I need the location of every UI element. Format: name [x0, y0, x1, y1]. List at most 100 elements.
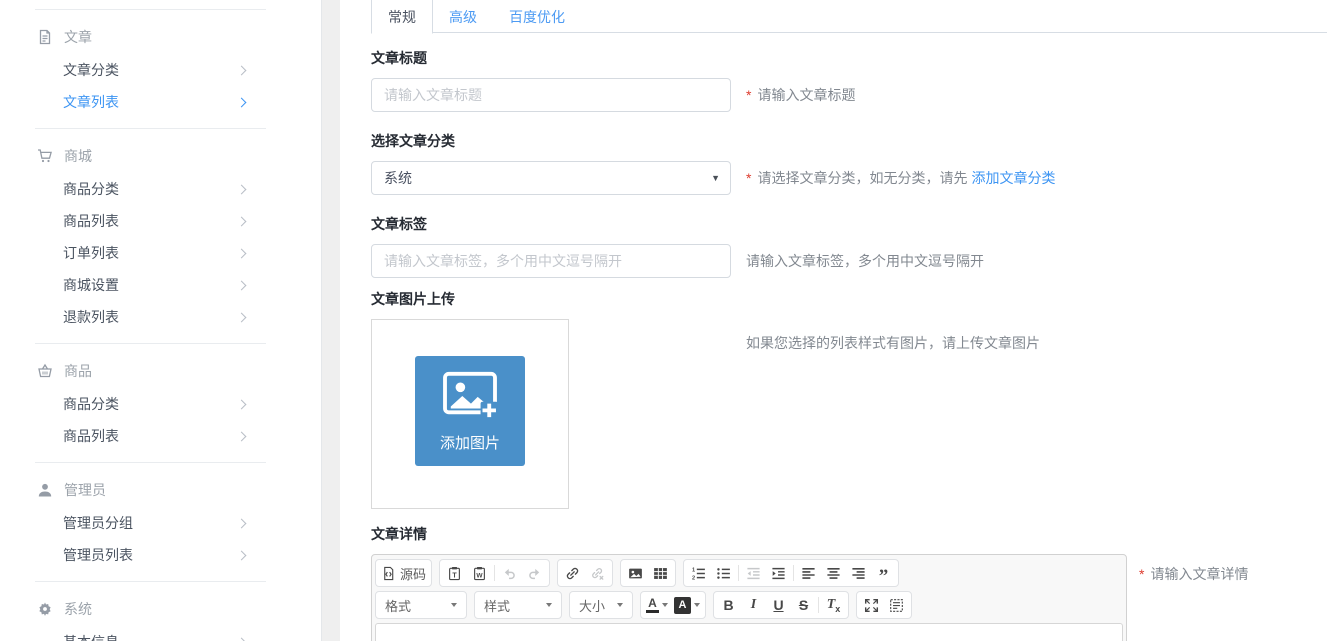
sidebar-item[interactable]: 商品分类 — [0, 173, 321, 205]
required-asterisk: * — [1139, 564, 1144, 584]
link-button[interactable] — [560, 561, 585, 585]
caret-down-icon — [451, 603, 457, 607]
article-title-input[interactable] — [371, 78, 731, 112]
field-note-category: * 请选择文章分类，如无分类，请先 添加文章分类 — [746, 168, 1055, 195]
sidebar-item[interactable]: 基本信息 — [0, 626, 321, 641]
tab-advanced[interactable]: 高级 — [433, 0, 493, 33]
article-tags-input[interactable] — [371, 244, 731, 278]
editor-content-area[interactable] — [375, 623, 1123, 641]
svg-text:2: 2 — [692, 575, 695, 580]
maximize-button[interactable] — [859, 593, 884, 617]
sidebar-section: 商品商品分类商品列表 — [0, 360, 321, 462]
article-image-upload-box[interactable]: 添加图片 — [371, 319, 569, 509]
tab-general[interactable]: 常规 — [371, 0, 433, 34]
sidebar-item[interactable]: 订单列表 — [0, 237, 321, 269]
add-category-link[interactable]: 添加文章分类 — [971, 168, 1055, 188]
insert-image-button[interactable] — [623, 561, 648, 585]
style-select[interactable]: 样式 — [477, 593, 559, 617]
remove-format-icon: Tx — [827, 597, 841, 614]
sidebar-section-header[interactable]: 系统 — [0, 598, 321, 620]
caret-down-icon — [546, 603, 552, 607]
indent-button[interactable] — [766, 561, 791, 585]
editor-toolbar-group: AA — [640, 591, 706, 619]
editor-toolbar-group: 12 ” — [683, 559, 899, 587]
field-note-image: 如果您选择的列表样式有图片，请上传文章图片 — [746, 333, 1040, 509]
sidebar-item[interactable]: 管理员列表 — [0, 539, 321, 571]
align-center-button[interactable] — [821, 561, 846, 585]
sidebar-item[interactable]: 商城设置 — [0, 269, 321, 301]
paste-as-text-button[interactable]: T — [442, 561, 467, 585]
sidebar-section: 管理员管理员分组管理员列表 — [0, 479, 321, 581]
source-icon — [381, 566, 396, 581]
article-form: 文章标题 * 请输入文章标题 选择文章分类 系统 ▼ — [371, 33, 1327, 641]
chevron-right-icon — [237, 184, 247, 194]
field-label-article-title: 文章标题 — [371, 51, 731, 66]
paste-from-word-button[interactable]: W — [467, 561, 492, 585]
editor-toolbar-group — [856, 591, 912, 619]
align-left-button[interactable] — [796, 561, 821, 585]
chevron-right-icon — [237, 248, 247, 258]
format-select[interactable]: 格式 — [378, 593, 464, 617]
unordered-list-button[interactable] — [711, 561, 736, 585]
content-gutter — [322, 0, 340, 641]
form-row-image: 文章图片上传 — [371, 292, 1327, 509]
source-button[interactable]: 源码 — [378, 561, 429, 585]
sidebar-section-header[interactable]: 文章 — [0, 26, 321, 48]
editor-toolbar-group — [620, 559, 676, 587]
show-blocks-icon — [889, 598, 904, 613]
sidebar-item[interactable]: 商品分类 — [0, 388, 321, 420]
editor-toolbar-group: TW — [439, 559, 550, 587]
sidebar-item[interactable]: 文章分类 — [0, 54, 321, 86]
sidebar-item[interactable]: 商品列表 — [0, 205, 321, 237]
editor-toolbar-group: BIUS Tx — [713, 591, 849, 619]
text-color-button[interactable]: A — [643, 593, 671, 617]
field-label-article-tags: 文章标签 — [371, 217, 731, 232]
bold-icon: B — [723, 597, 733, 613]
blockquote-button[interactable]: ” — [871, 561, 896, 585]
sidebar-item[interactable]: 商品列表 — [0, 420, 321, 452]
field-label-article-detail: 文章详情 — [371, 527, 1127, 542]
sidebar-divider — [35, 128, 266, 129]
add-image-button[interactable]: 添加图片 — [415, 356, 525, 466]
editor-toolbar: 源码 TW 12 ” 格式样式大小 AA BIUS Tx — [375, 559, 1123, 619]
sidebar-section-header[interactable]: 商城 — [0, 145, 321, 167]
tab-baidu-seo[interactable]: 百度优化 — [493, 0, 581, 33]
sidebar-divider — [35, 9, 266, 10]
align-right-button[interactable] — [846, 561, 871, 585]
chevron-right-icon — [237, 637, 247, 641]
sidebar-section-header[interactable]: 商品 — [0, 360, 321, 382]
sidebar-divider — [35, 343, 266, 344]
insert-table-button[interactable] — [648, 561, 673, 585]
sidebar-divider — [35, 462, 266, 463]
editor-toolbar-group: 格式 — [375, 591, 467, 619]
sidebar-item[interactable]: 管理员分组 — [0, 507, 321, 539]
chevron-right-icon — [237, 280, 247, 290]
form-row-title: 文章标题 * 请输入文章标题 — [371, 51, 1327, 112]
underline-icon: U — [773, 597, 783, 613]
selected-category-value: 系统 — [384, 168, 412, 188]
blockquote-icon: ” — [879, 565, 889, 581]
field-note-title: * 请输入文章标题 — [746, 85, 855, 112]
app-root: 文章文章分类文章列表商城商品分类商品列表订单列表商城设置退款列表商品商品分类商品… — [0, 0, 1327, 641]
field-note-detail: * 请输入文章详情 — [1139, 564, 1248, 641]
background-color-button[interactable]: A — [671, 593, 703, 617]
chevron-right-icon — [237, 518, 247, 528]
toolbar-separator — [738, 565, 739, 581]
sidebar-section-header[interactable]: 管理员 — [0, 479, 321, 501]
underline-button[interactable]: U — [766, 593, 791, 617]
remove-format-button[interactable]: Tx — [821, 593, 846, 617]
chevron-right-icon — [237, 216, 247, 226]
bold-button[interactable]: B — [716, 593, 741, 617]
show-blocks-button[interactable] — [884, 593, 909, 617]
ordered-list-button[interactable]: 12 — [686, 561, 711, 585]
basket-icon — [37, 363, 53, 379]
article-category-select[interactable]: 系统 ▼ — [371, 161, 731, 195]
size-select[interactable]: 大小 — [572, 593, 630, 617]
form-row-detail: 文章详情 源码 TW 12 ” 格式样式大小 AA BIUS Tx * 请输入文章详情 — [371, 527, 1327, 641]
tab-bar: 常规高级百度优化 — [371, 0, 1327, 33]
sidebar-item[interactable]: 退款列表 — [0, 301, 321, 333]
strikethrough-button[interactable]: S — [791, 593, 816, 617]
unordered-list-icon — [716, 566, 731, 581]
italic-button[interactable]: I — [741, 593, 766, 617]
sidebar-item[interactable]: 文章列表 — [0, 86, 321, 118]
